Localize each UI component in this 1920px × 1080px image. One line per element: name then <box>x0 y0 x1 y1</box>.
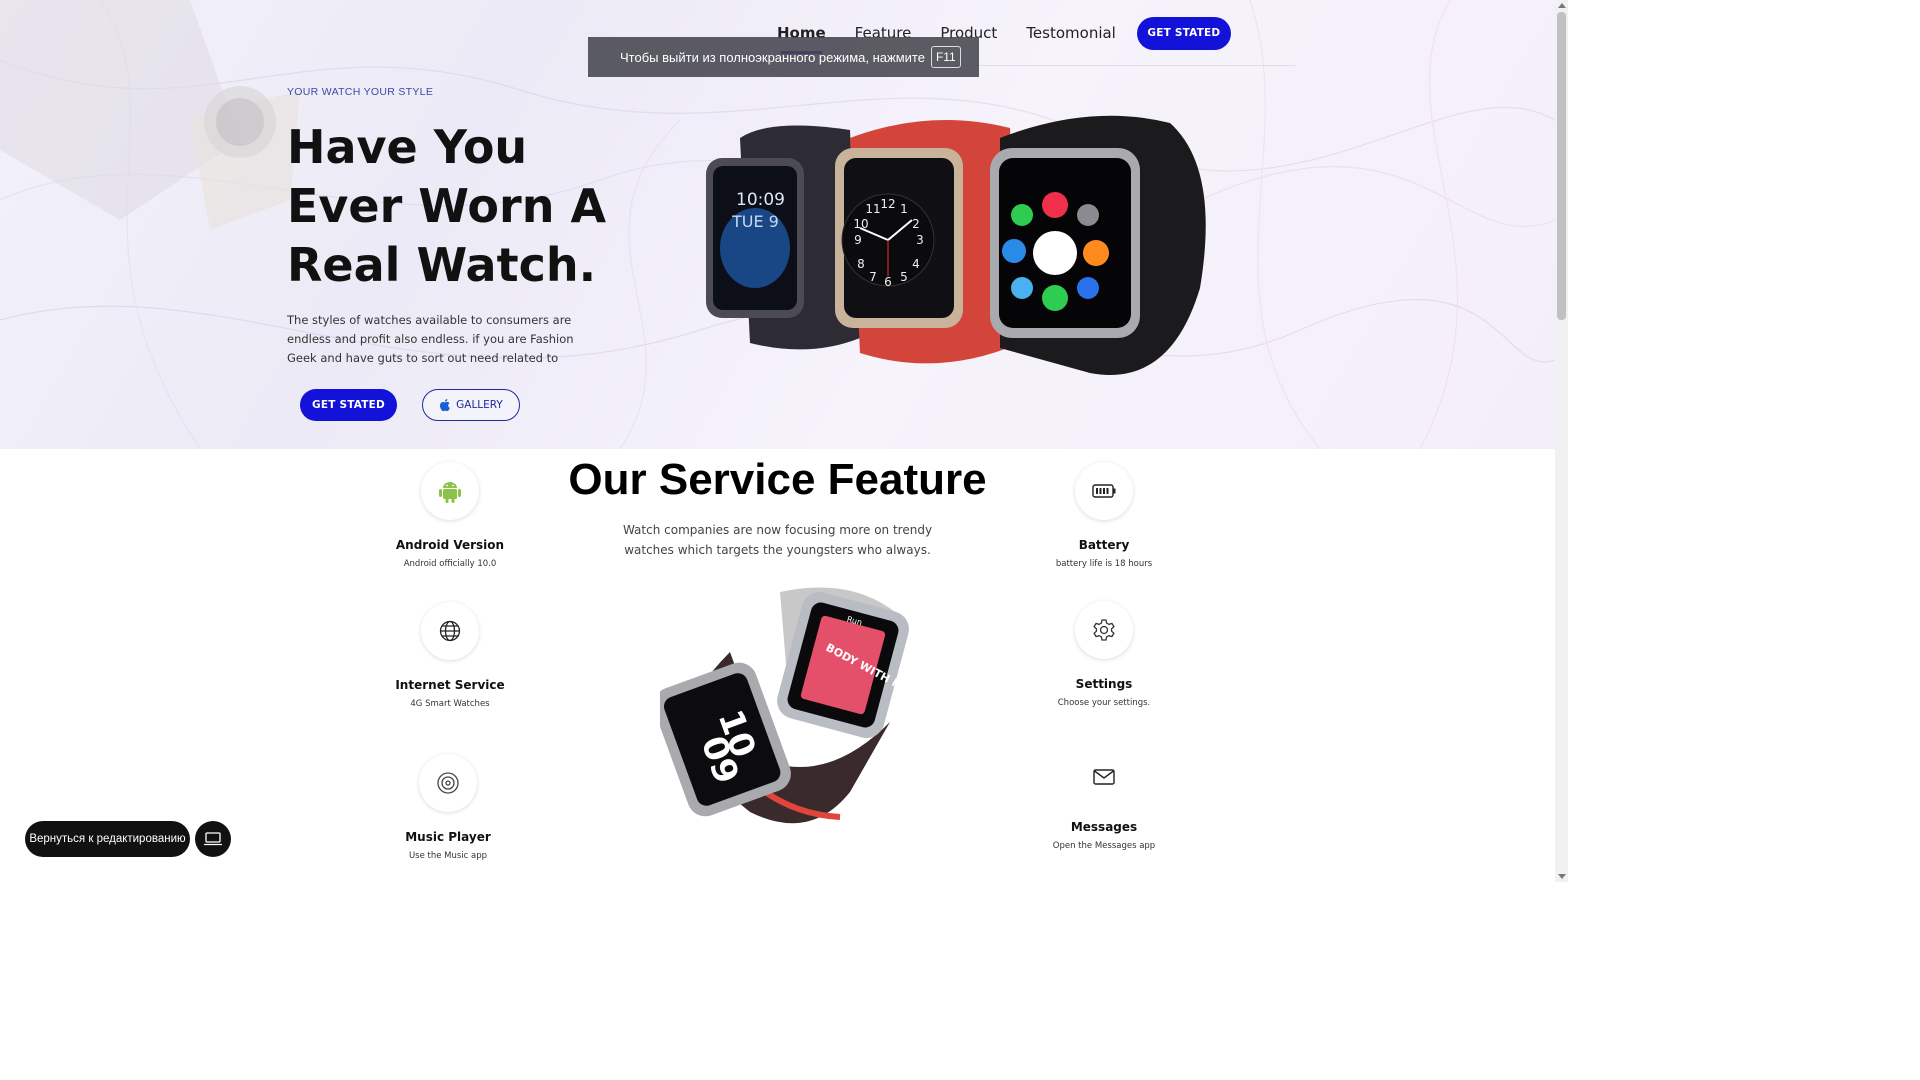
android-icon <box>439 482 461 503</box>
feature-settings: Settings Choose your settings. <box>1024 601 1184 708</box>
scroll-down-arrow[interactable] <box>1558 874 1566 879</box>
feature-title: Music Player <box>405 830 491 844</box>
page-scrollbar[interactable] <box>1555 0 1568 882</box>
feature-desc: Android officially 10.0 <box>403 559 497 569</box>
hero-lead-text: The styles of watches available to consu… <box>287 313 574 365</box>
feature-title: Battery <box>1078 538 1130 552</box>
headline-line-1: Have You <box>287 120 528 174</box>
watch1-date: TUE 9 <box>731 212 779 231</box>
feature-desc: Choose your settings. <box>1057 698 1151 708</box>
feature-messages: Messages Open the Messages app <box>1024 748 1184 851</box>
feature-icon-circle <box>419 754 477 812</box>
device-preview-button[interactable] <box>195 821 231 857</box>
battery-icon <box>1092 484 1116 498</box>
feature-icon-circle <box>1075 601 1133 659</box>
mail-icon <box>1093 769 1115 785</box>
feature-icon-circle <box>421 462 479 520</box>
svg-text:8: 8 <box>857 257 865 271</box>
toast-key-f11: F11 <box>930 46 961 68</box>
hero-get-started-button[interactable]: GET STATED <box>300 389 397 421</box>
svg-text:3: 3 <box>916 233 924 247</box>
feature-watches-image: Run BODY WITH MO 10 09 <box>660 587 910 824</box>
feature-desc: Use the Music app <box>408 851 488 861</box>
svg-text:5: 5 <box>900 270 908 284</box>
svg-text:11: 11 <box>865 202 880 216</box>
fullscreen-exit-toast: Чтобы выйти из полноэкранного режима, на… <box>588 37 979 77</box>
nav-testimonial[interactable]: Testomonial <box>1026 24 1116 42</box>
feature-desc: battery life is 18 hours <box>1055 559 1153 569</box>
svg-text:6: 6 <box>884 275 892 289</box>
headline-line-3: Real Watch. <box>287 238 597 292</box>
hero-watches-image: 10:09 TUE 9 12369 11 110 2 8 47 5 <box>706 115 1206 375</box>
svg-text:1: 1 <box>900 202 908 216</box>
laptop-icon <box>204 832 222 846</box>
feature-internet: Internet Service 4G Smart Watches <box>370 602 530 709</box>
feature-title: Settings <box>1075 677 1133 691</box>
hero-headline: Have You Ever Worn A Real Watch. <box>287 118 607 295</box>
hero-gallery-button[interactable]: GALLERY <box>422 389 520 421</box>
toast-text: Чтобы выйти из полноэкранного режима, на… <box>620 49 925 65</box>
back-to-editing-button[interactable]: Вернуться к редактированию <box>25 821 190 857</box>
feature-title: Internet Service <box>395 678 505 692</box>
scroll-up-arrow[interactable] <box>1558 3 1566 8</box>
svg-text:12: 12 <box>880 197 895 211</box>
feature-android: Android Version Android officially 10.0 <box>370 462 530 569</box>
music-disc-icon <box>437 772 459 794</box>
scroll-thumb[interactable] <box>1557 12 1566 320</box>
feature-icon-circle <box>1075 748 1133 806</box>
apple-icon <box>440 399 450 412</box>
watch1-time: 10:09 <box>736 190 785 210</box>
feature-desc: 4G Smart Watches <box>410 699 490 709</box>
feature-title: Messages <box>1070 820 1138 834</box>
svg-text:4: 4 <box>912 257 920 271</box>
nav-get-started-button[interactable]: GET STATED <box>1136 16 1231 50</box>
feature-title: Android Version <box>395 538 505 552</box>
feature-battery: Battery battery life is 18 hours <box>1024 462 1184 569</box>
hero-eyebrow: YOUR WATCH YOUR STYLE <box>287 86 434 98</box>
page: YOUR WATCH YOUR STYLE Have You Ever Worn… <box>0 0 1568 882</box>
features-subtitle: Watch companies are now focusing more on… <box>622 523 933 557</box>
gear-icon <box>1093 619 1115 641</box>
feature-icon-circle <box>1075 462 1133 520</box>
feature-desc: Open the Messages app <box>1052 841 1156 851</box>
svg-text:9: 9 <box>854 233 862 247</box>
gallery-button-label: GALLERY <box>456 399 503 411</box>
svg-text:2: 2 <box>912 217 920 231</box>
globe-icon <box>439 620 461 642</box>
feature-music: Music Player Use the Music app <box>368 754 528 861</box>
headline-line-2: Ever Worn A <box>287 179 607 233</box>
features-title: Our Service Feature <box>568 455 987 504</box>
svg-text:7: 7 <box>869 270 877 284</box>
feature-icon-circle <box>421 602 479 660</box>
